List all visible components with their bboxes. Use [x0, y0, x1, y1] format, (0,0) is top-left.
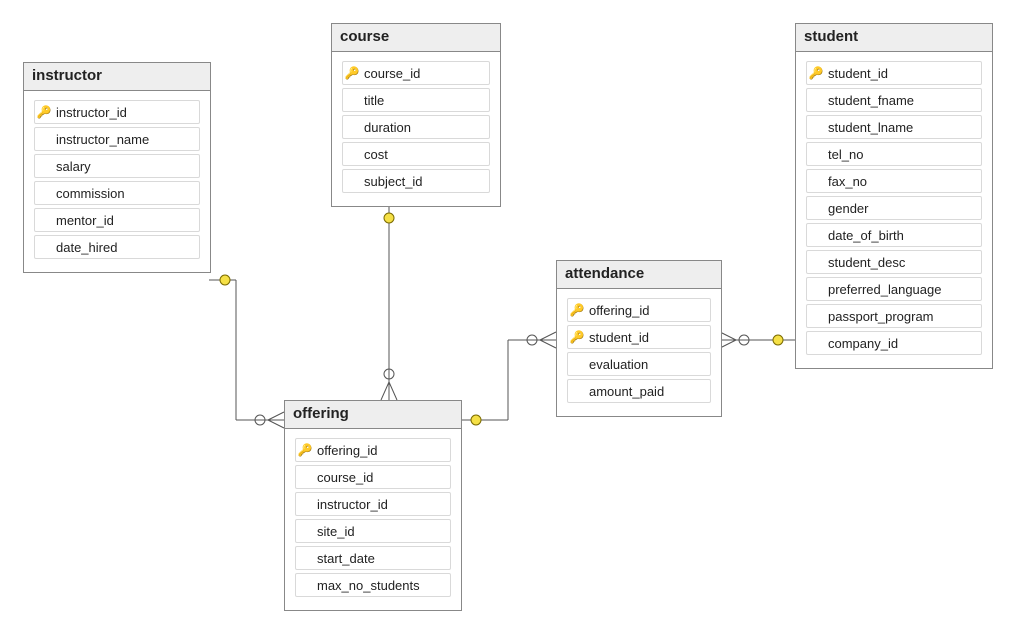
field-row[interactable]: fax_no: [806, 169, 982, 193]
field-row[interactable]: site_id: [295, 519, 451, 543]
entity-body: 🔑offering_id course_id instructor_id sit…: [285, 429, 461, 610]
entity-body: 🔑offering_id 🔑student_id evaluation amou…: [557, 289, 721, 416]
entity-instructor[interactable]: instructor 🔑instructor_id instructor_nam…: [23, 62, 211, 273]
field-row[interactable]: subject_id: [342, 169, 490, 193]
field-row[interactable]: company_id: [806, 331, 982, 355]
field-row[interactable]: student_lname: [806, 115, 982, 139]
field-row[interactable]: max_no_students: [295, 573, 451, 597]
entity-attendance[interactable]: attendance 🔑offering_id 🔑student_id eval…: [556, 260, 722, 417]
entity-title: instructor: [24, 63, 210, 91]
field-row[interactable]: instructor_name: [34, 127, 200, 151]
pk-icon: 🔑: [568, 330, 586, 344]
field-row[interactable]: instructor_id: [295, 492, 451, 516]
pk-icon: 🔑: [807, 66, 825, 80]
pk-icon: 🔑: [35, 105, 53, 119]
entity-body: 🔑student_id student_fname student_lname …: [796, 52, 992, 368]
field-row[interactable]: 🔑instructor_id: [34, 100, 200, 124]
field-row[interactable]: student_desc: [806, 250, 982, 274]
field-row[interactable]: cost: [342, 142, 490, 166]
field-row[interactable]: 🔑course_id: [342, 61, 490, 85]
entity-offering[interactable]: offering 🔑offering_id course_id instruct…: [284, 400, 462, 611]
entity-title: student: [796, 24, 992, 52]
field-row[interactable]: student_fname: [806, 88, 982, 112]
entity-body: 🔑course_id title duration cost subject_i…: [332, 52, 500, 206]
field-row[interactable]: title: [342, 88, 490, 112]
pk-icon: 🔑: [568, 303, 586, 317]
field-row[interactable]: date_hired: [34, 235, 200, 259]
field-row[interactable]: start_date: [295, 546, 451, 570]
field-row[interactable]: preferred_language: [806, 277, 982, 301]
er-diagram-canvas: instructor 🔑instructor_id instructor_nam…: [0, 0, 1024, 640]
entity-title: course: [332, 24, 500, 52]
field-row[interactable]: salary: [34, 154, 200, 178]
field-row[interactable]: tel_no: [806, 142, 982, 166]
field-row[interactable]: 🔑offering_id: [567, 298, 711, 322]
entity-student[interactable]: student 🔑student_id student_fname studen…: [795, 23, 993, 369]
field-row[interactable]: 🔑student_id: [567, 325, 711, 349]
field-row[interactable]: date_of_birth: [806, 223, 982, 247]
field-row[interactable]: amount_paid: [567, 379, 711, 403]
field-row[interactable]: passport_program: [806, 304, 982, 328]
pk-icon: 🔑: [343, 66, 361, 80]
field-row[interactable]: commission: [34, 181, 200, 205]
field-row[interactable]: evaluation: [567, 352, 711, 376]
entity-body: 🔑instructor_id instructor_name salary co…: [24, 91, 210, 272]
pk-icon: 🔑: [296, 443, 314, 457]
field-row[interactable]: gender: [806, 196, 982, 220]
field-row[interactable]: duration: [342, 115, 490, 139]
field-row[interactable]: 🔑offering_id: [295, 438, 451, 462]
entity-course[interactable]: course 🔑course_id title duration cost su…: [331, 23, 501, 207]
field-row[interactable]: 🔑student_id: [806, 61, 982, 85]
field-row[interactable]: mentor_id: [34, 208, 200, 232]
entity-title: offering: [285, 401, 461, 429]
entity-title: attendance: [557, 261, 721, 289]
field-row[interactable]: course_id: [295, 465, 451, 489]
